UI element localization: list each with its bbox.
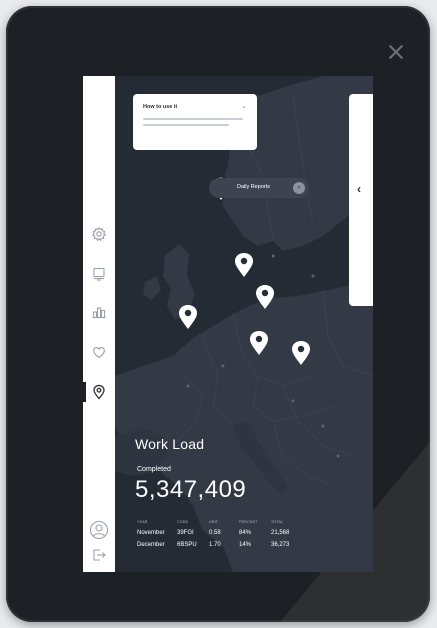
help-text-line	[143, 124, 229, 126]
table-header: CODE	[177, 520, 189, 524]
side-panel[interactable]: ‹	[349, 94, 373, 306]
table-header: TOTAL	[271, 520, 284, 524]
table-cell: 21,568	[271, 530, 290, 536]
help-card-title: How to use it	[143, 104, 178, 110]
daily-reports-label: Daily Reports	[237, 184, 271, 190]
sidebar	[83, 76, 115, 572]
heart-icon[interactable]	[91, 344, 107, 360]
map-pin-icon[interactable]	[249, 330, 269, 356]
map-pin-icon[interactable]	[255, 284, 275, 310]
table-cell: 84%	[239, 530, 252, 536]
logout-icon[interactable]	[92, 548, 106, 562]
table-header: PERCENT	[239, 520, 258, 524]
tablet-frame: How to use it ⌄ Daily Reports › ‹ Work L…	[6, 6, 430, 622]
workload-subtitle: Completed	[137, 466, 171, 473]
monitor-icon[interactable]	[91, 266, 107, 282]
table-cell: 6BSPU	[177, 542, 197, 548]
daily-reports-pill[interactable]: Daily Reports ›	[209, 178, 309, 198]
chevron-left-icon[interactable]: ‹	[357, 182, 361, 196]
table-cell: 39FGI	[177, 530, 194, 536]
chevron-down-icon[interactable]: ⌄	[241, 102, 247, 110]
help-card[interactable]: How to use it ⌄	[133, 94, 257, 150]
map-pin-icon[interactable]	[234, 252, 254, 278]
table-header: UNIT	[209, 520, 219, 524]
map-pin-icon[interactable]	[178, 304, 198, 330]
table-header: YEAR	[137, 520, 148, 524]
workload-title: Work Load	[135, 436, 205, 452]
location-icon[interactable]	[91, 384, 107, 400]
help-text-line	[143, 118, 243, 120]
table-cell: 1.70	[209, 542, 221, 548]
table-cell: 0.58	[209, 530, 221, 536]
arrow-right-icon[interactable]: ›	[293, 182, 305, 194]
table-cell: November	[137, 530, 165, 536]
settings-icon[interactable]	[91, 226, 107, 242]
close-button[interactable]	[386, 42, 406, 62]
profile-icon[interactable]	[89, 520, 109, 540]
map-pin-icon[interactable]	[291, 340, 311, 366]
app-screen: How to use it ⌄ Daily Reports › ‹ Work L…	[83, 76, 373, 572]
chart-icon[interactable]	[91, 304, 107, 320]
active-indicator	[83, 382, 86, 402]
table-cell: December	[137, 542, 165, 548]
workload-value: 5,347,409	[135, 476, 247, 503]
table-cell: 36,273	[271, 542, 290, 548]
table-cell: 14%	[239, 542, 252, 548]
